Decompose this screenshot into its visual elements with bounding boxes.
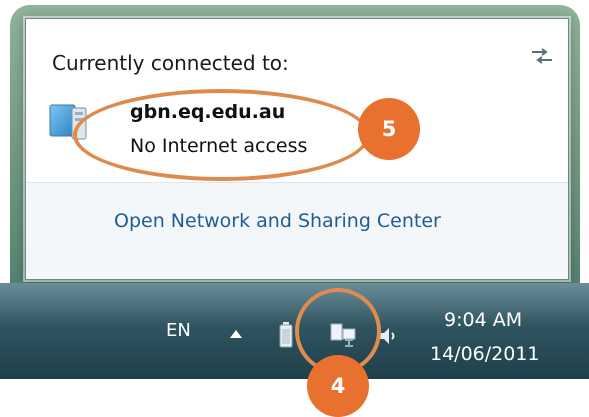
annotation-marker-5: 5	[358, 98, 420, 160]
clock-time[interactable]: 9:04 AM	[444, 309, 522, 331]
annotation-ellipse-5	[73, 89, 370, 181]
flyout-title: Currently connected to:	[52, 51, 289, 75]
clock-date[interactable]: 14/06/2011	[430, 343, 540, 365]
annotation-marker-4: 4	[307, 355, 369, 417]
open-network-sharing-link[interactable]: Open Network and Sharing Center	[114, 210, 441, 232]
battery-icon[interactable]	[279, 322, 293, 348]
show-hidden-icons-arrow[interactable]	[230, 330, 242, 338]
language-indicator[interactable]: EN	[166, 320, 191, 341]
refresh-icon[interactable]	[529, 45, 555, 67]
